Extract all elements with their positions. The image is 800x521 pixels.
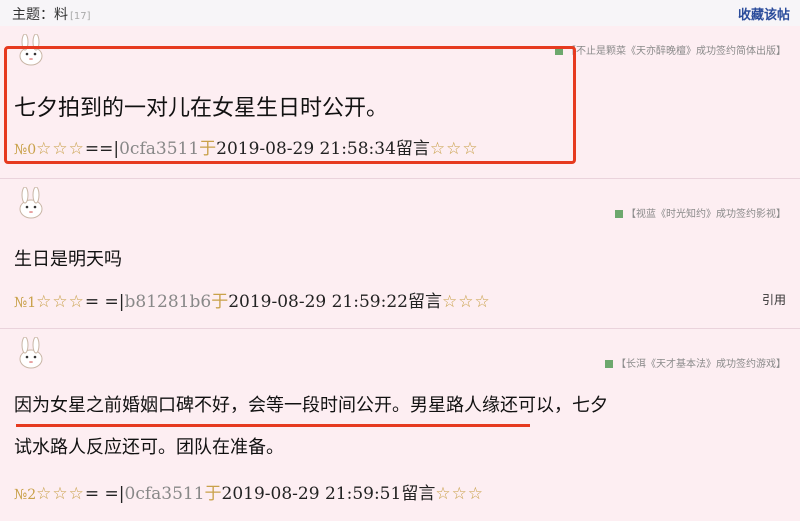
subject-label: 主题：料 bbox=[12, 7, 68, 23]
rabbit-avatar-icon bbox=[14, 186, 48, 221]
stars-right: ☆☆☆ bbox=[435, 484, 485, 504]
post-content-line-1: 因为女星之前婚姻口碑不好，会等一段时间公开。男星路人缘还可以，七夕 bbox=[14, 395, 608, 416]
yu-label: 于 bbox=[204, 484, 222, 504]
post-footer: №1☆☆☆= =|b81281b6于2019-08-29 21:59:22留言☆… bbox=[14, 287, 491, 312]
favorite-thread-link[interactable]: 收藏该帖 bbox=[738, 4, 790, 23]
stars-left: ☆☆☆ bbox=[36, 484, 85, 504]
badge-icon bbox=[605, 360, 613, 368]
action-label[interactable]: 留言 bbox=[401, 484, 435, 504]
quote-button[interactable]: 引用 bbox=[762, 291, 786, 308]
signature: 【视蓝《时光知约》成功签约影视】 bbox=[615, 205, 786, 220]
post-content-line-2: 试水路人反应还可。团队在准备。 bbox=[14, 437, 284, 458]
user-id[interactable]: b81281b6 bbox=[125, 292, 212, 312]
highlight-box bbox=[4, 46, 576, 164]
signature: 【不止是颗菜《天亦醉晚檀》成功签约简体出版】 bbox=[555, 42, 786, 57]
post-footer: №2☆☆☆= =|0cfa3511于2019-08-29 21:59:51留言☆… bbox=[14, 479, 484, 504]
thread-subject: 主题：料 [17] bbox=[12, 4, 91, 24]
thread-header: 主题：料 [17] 收藏该帖 bbox=[0, 0, 800, 27]
rabbit-avatar-icon bbox=[14, 336, 48, 371]
stars-right: ☆☆☆ bbox=[441, 292, 491, 312]
action-label[interactable]: 留言 bbox=[408, 292, 442, 312]
reply-count: [17] bbox=[70, 11, 91, 22]
badge-icon bbox=[615, 210, 623, 218]
separator: = =| bbox=[84, 484, 125, 504]
floor-number: №2 bbox=[14, 487, 37, 503]
post-datetime: 2019-08-29 21:59:22 bbox=[228, 292, 408, 312]
user-id[interactable]: 0cfa3511 bbox=[125, 484, 205, 504]
post-1: 【视蓝《时光知约》成功签约影视】 生日是明天吗 №1☆☆☆= =|b81281b… bbox=[0, 178, 800, 329]
post-content: 生日是明天吗 bbox=[14, 249, 122, 270]
yu-label: 于 bbox=[211, 292, 229, 312]
signature: 【长洱《天才基本法》成功签约游戏】 bbox=[605, 355, 786, 370]
highlight-underline bbox=[16, 424, 530, 427]
separator: = =| bbox=[84, 292, 125, 312]
post-datetime: 2019-08-29 21:59:51 bbox=[221, 484, 402, 504]
floor-number: №1 bbox=[14, 295, 37, 311]
stars-left: ☆☆☆ bbox=[36, 292, 85, 312]
